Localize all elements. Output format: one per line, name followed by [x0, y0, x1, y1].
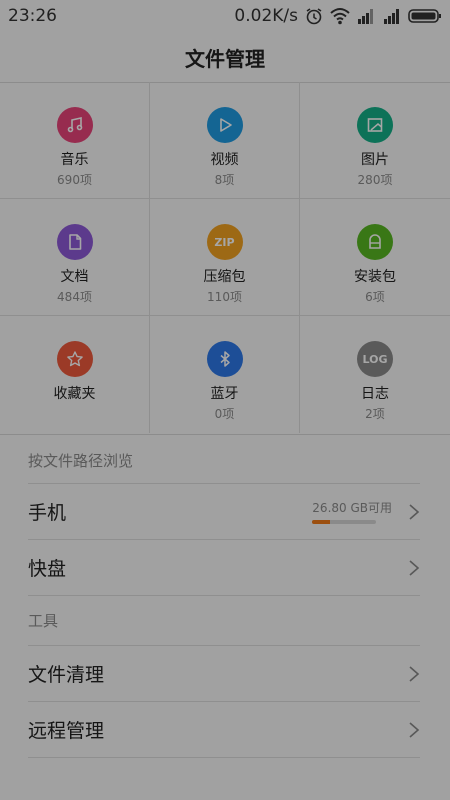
divider	[28, 757, 420, 758]
phone-label: 手机	[28, 502, 67, 524]
category-count: 484项	[57, 290, 92, 304]
page-title: 文件管理	[185, 46, 265, 71]
alarm-icon	[306, 8, 322, 25]
storage-available: 26.80 GB可用	[312, 501, 392, 515]
file-manager-screen: 23:26 0.02K/s 文件管理 音乐 690项 视频 8项 图片 280项…	[0, 0, 450, 800]
category-count: 2项	[365, 407, 385, 421]
log-icon: LOG	[357, 341, 393, 377]
category-count: 0项	[214, 407, 235, 421]
signal-icon	[358, 9, 373, 24]
category-favorites[interactable]: 收藏夹	[0, 316, 150, 433]
tools-section-header: 工具	[28, 612, 59, 630]
remote-manage-row[interactable]: 远程管理	[28, 701, 420, 757]
file-clean-row[interactable]: 文件清理	[28, 645, 420, 701]
status-time: 23:26	[8, 6, 57, 26]
kuaipan-row[interactable]: 快盘	[28, 539, 420, 595]
category-bluetooth[interactable]: 蓝牙 0项	[150, 316, 300, 433]
status-bar: 23:26 0.02K/s	[0, 0, 450, 32]
play-icon	[206, 107, 243, 143]
category-count: 8项	[214, 173, 235, 187]
title-bar: 文件管理	[0, 32, 450, 83]
signal-icon	[384, 9, 399, 24]
remote-manage-label: 远程管理	[28, 720, 105, 742]
category-count: 690项	[57, 173, 92, 187]
browse-section-header: 按文件路径浏览	[28, 452, 134, 470]
storage-usage-bar	[312, 520, 377, 524]
category-music[interactable]: 音乐 690项	[0, 82, 150, 199]
bluetooth-icon	[206, 341, 243, 377]
document-icon	[56, 224, 93, 260]
file-clean-label: 文件清理	[28, 664, 105, 686]
category-count: 6项	[365, 290, 385, 304]
category-label: 压缩包	[203, 269, 246, 285]
storage-info: 26.80 GB可用	[312, 499, 392, 524]
category-logs[interactable]: LOG 日志 2项	[300, 316, 450, 433]
chevron-right-icon	[409, 721, 420, 738]
category-video[interactable]: 视频 8项	[150, 82, 300, 199]
category-count: 280项	[357, 173, 393, 187]
category-label: 视频	[210, 152, 239, 168]
category-documents[interactable]: 文档 484项	[0, 199, 150, 316]
category-label: 收藏夹	[53, 386, 96, 402]
image-icon	[357, 107, 393, 143]
chevron-right-icon	[409, 665, 420, 682]
tools-section: 工具	[28, 595, 420, 645]
category-label: 日志	[361, 386, 389, 402]
chevron-right-icon	[409, 559, 420, 576]
storage-usage-fill	[312, 520, 331, 524]
zip-icon: ZIP	[206, 224, 243, 260]
network-speed: 0.02K/s	[234, 6, 298, 26]
kuaipan-label: 快盘	[28, 558, 67, 580]
battery-icon	[408, 9, 441, 23]
apk-icon	[357, 224, 393, 260]
wifi-icon	[330, 8, 350, 25]
category-label: 蓝牙	[210, 386, 239, 402]
category-label: 音乐	[60, 152, 89, 168]
category-images[interactable]: 图片 280项	[300, 82, 450, 199]
category-label: 安装包	[354, 269, 396, 285]
phone-storage-row[interactable]: 手机 26.80 GB可用	[28, 483, 420, 539]
category-grid: 音乐 690项 视频 8项 图片 280项 文档 484项 ZIP 压缩包 11…	[0, 82, 450, 435]
status-indicators: 0.02K/s	[234, 6, 442, 26]
chevron-right-icon	[409, 503, 420, 520]
category-label: 图片	[361, 152, 389, 168]
category-apks[interactable]: 安装包 6项	[300, 199, 450, 316]
category-count: 110项	[207, 290, 242, 304]
star-icon	[56, 341, 93, 377]
category-label: 文档	[60, 269, 89, 285]
music-icon	[56, 107, 93, 143]
category-archives[interactable]: ZIP 压缩包 110项	[150, 199, 300, 316]
